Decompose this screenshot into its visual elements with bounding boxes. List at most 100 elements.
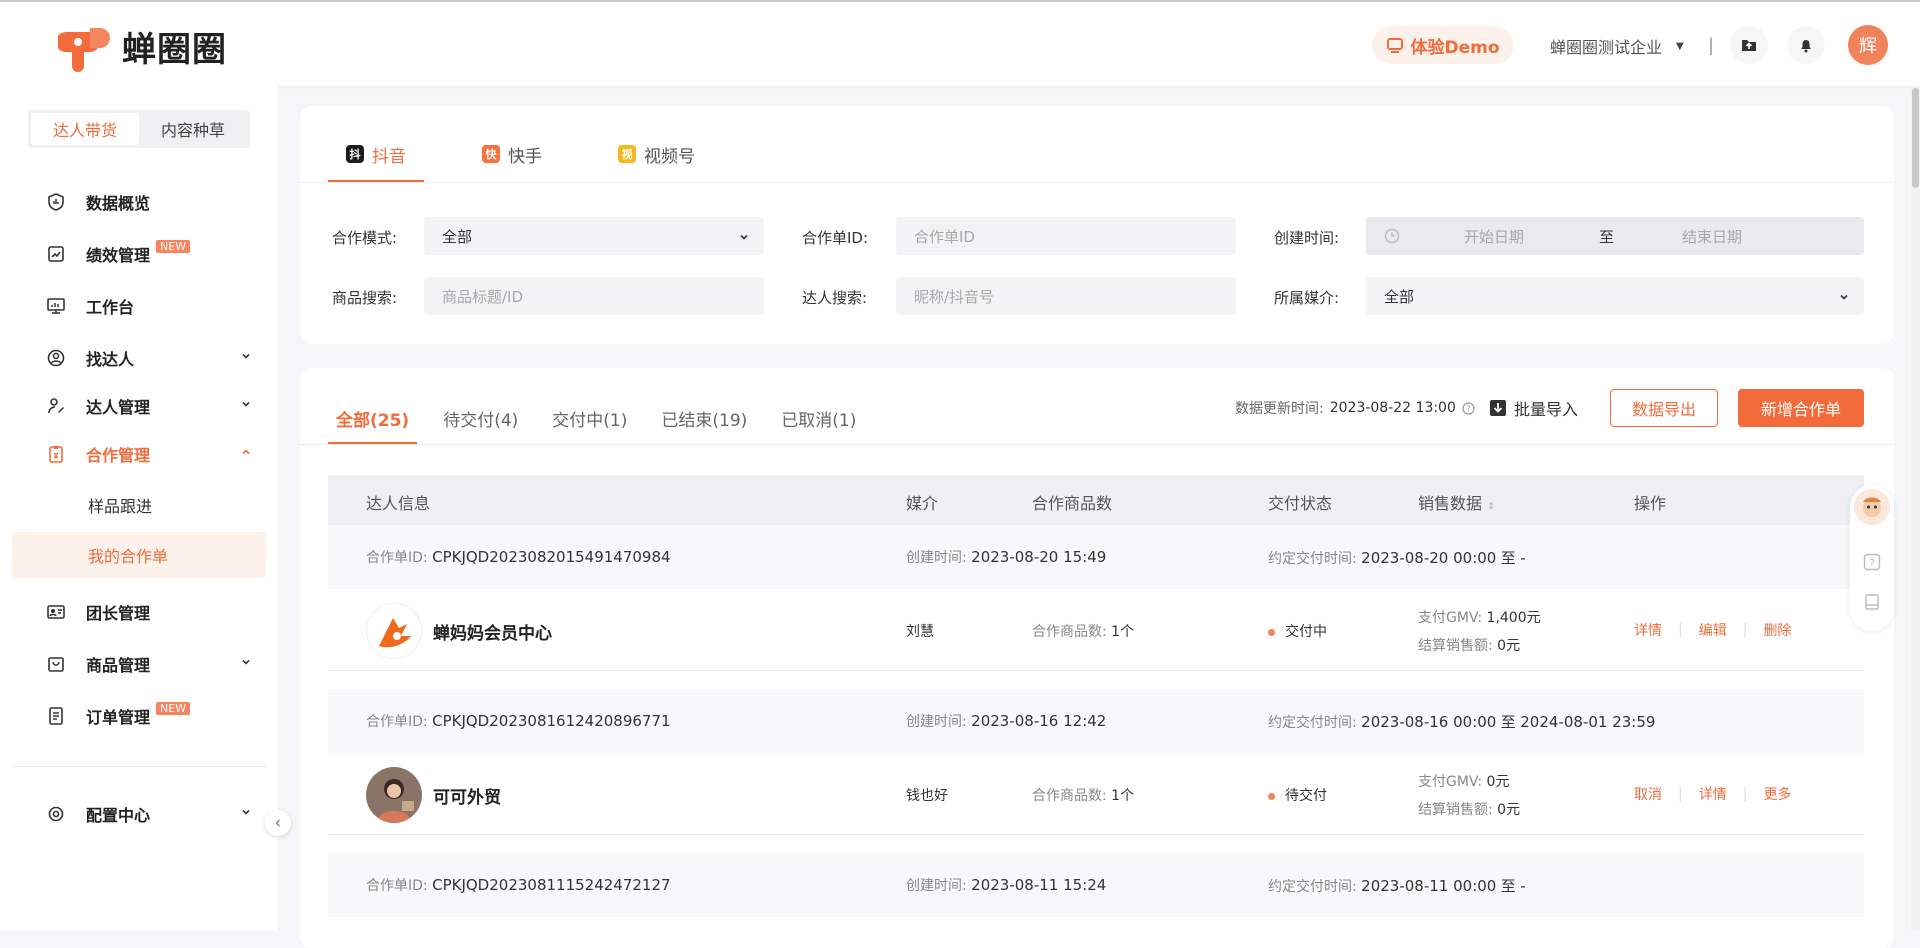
- sidebar-divider: [12, 766, 266, 767]
- talent-search-input[interactable]: 昵称/抖音号: [896, 277, 1236, 315]
- new-badge: NEW: [156, 239, 191, 253]
- sidebar-item-team-leader[interactable]: 团长管理: [12, 588, 266, 636]
- deadline: 约定交付时间: 2023-08-16 00:00 至 2024-08-01 23…: [1268, 713, 1656, 731]
- document-list-icon: [46, 706, 66, 726]
- detail-link[interactable]: 详情: [1699, 784, 1727, 804]
- tab-all[interactable]: 全部(25): [328, 392, 418, 444]
- delete-link[interactable]: 删除: [1763, 620, 1791, 640]
- help-icon[interactable]: ?: [1863, 553, 1881, 575]
- media-label: 所属媒介:: [1274, 289, 1340, 307]
- scrollbar-thumb[interactable]: [1912, 88, 1919, 188]
- manual-icon[interactable]: [1863, 593, 1881, 615]
- svg-text:?: ?: [1466, 404, 1470, 413]
- mode-select[interactable]: 全部: [424, 217, 764, 255]
- settle-value: 结算销售额: 0元: [1418, 638, 1521, 654]
- start-date-input[interactable]: 开始日期: [1464, 226, 1524, 247]
- assistant-avatar-icon[interactable]: [1854, 489, 1890, 525]
- tab-label: 快手: [508, 146, 542, 167]
- cancel-link[interactable]: 取消: [1634, 784, 1662, 804]
- order-id-input[interactable]: 合作单ID: [896, 217, 1236, 255]
- batch-import-button[interactable]: 批量导入: [1488, 396, 1578, 420]
- sidebar-collapse-button[interactable]: [265, 810, 291, 836]
- demo-button[interactable]: 体验Demo: [1372, 26, 1514, 64]
- created-time: 创建时间: 2023-08-20 15:49: [906, 548, 1107, 566]
- col-sales[interactable]: 销售数据 ⇕: [1418, 490, 1495, 514]
- col-media: 媒介: [906, 494, 939, 513]
- sidebar-item-label: 商品管理: [86, 656, 151, 675]
- tab-shipinhao[interactable]: 视 视频号: [600, 126, 713, 182]
- trend-chart-icon: [46, 244, 66, 264]
- deadline: 约定交付时间: 2023-08-11 00:00 至 -: [1268, 877, 1526, 895]
- tab-douyin[interactable]: 抖 抖音: [328, 126, 424, 182]
- new-order-button[interactable]: 新增合作单: [1738, 389, 1864, 427]
- col-talent: 达人信息: [366, 494, 431, 513]
- date-range-picker[interactable]: 开始日期 至 结束日期: [1366, 217, 1864, 255]
- segment-content-seeding[interactable]: 内容种草: [139, 113, 247, 145]
- logo-text: 蝉圈圈: [122, 29, 227, 70]
- demo-label: 体验Demo: [1410, 37, 1500, 58]
- bell-icon: [1801, 40, 1811, 53]
- new-badge: NEW: [156, 701, 191, 715]
- upload-button[interactable]: [1730, 26, 1768, 64]
- notification-button[interactable]: [1787, 26, 1825, 64]
- end-date-input[interactable]: 结束日期: [1682, 226, 1742, 247]
- table-row: 可可外贸 钱也好 合作商品数: 1个 待交付 支付GMV: 0元 结算销售额: …: [328, 753, 1864, 835]
- clock-icon: [1384, 228, 1400, 244]
- gmv-value: 支付GMV: 1,400元: [1418, 610, 1541, 626]
- gear-icon: [46, 804, 66, 824]
- sidebar-item-talent-management[interactable]: 达人管理: [12, 382, 266, 430]
- talent-avatar[interactable]: [366, 767, 422, 823]
- user-circle-icon: [46, 348, 66, 368]
- tab-finished[interactable]: 已结束(19): [653, 392, 755, 444]
- deadline: 约定交付时间: 2023-08-20 00:00 至 -: [1268, 549, 1526, 567]
- status-dot: [1268, 792, 1275, 800]
- talent-avatar[interactable]: [366, 603, 422, 659]
- update-value: 2023-08-22 13:00: [1329, 400, 1456, 416]
- sidebar-item-products[interactable]: 商品管理: [12, 640, 266, 688]
- sidebar-item-label: 数据概览: [86, 194, 151, 213]
- media-value: 全部: [1384, 287, 1415, 306]
- logo[interactable]: 蝉圈圈: [58, 20, 227, 72]
- demo-icon: [1387, 38, 1404, 53]
- col-actions: 操作: [1634, 494, 1667, 513]
- chevron-down-icon: [1840, 294, 1848, 300]
- edit-link[interactable]: 编辑: [1699, 620, 1727, 640]
- more-link[interactable]: 更多: [1763, 784, 1791, 804]
- media-select[interactable]: 全部: [1366, 277, 1864, 315]
- mode-segment: 达人带货 内容种草: [28, 110, 250, 148]
- kuaishou-icon: 快: [482, 145, 500, 163]
- mode-value: 全部: [442, 227, 473, 246]
- user-avatar[interactable]: 辉: [1848, 25, 1888, 65]
- scrollbar[interactable]: [1911, 86, 1920, 930]
- created-time: 创建时间: 2023-08-16 12:42: [906, 712, 1107, 730]
- media-name: 刘慧: [906, 624, 934, 640]
- tab-pending[interactable]: 待交付(4): [435, 392, 526, 444]
- sidebar-item-workbench[interactable]: 工作台: [12, 282, 266, 330]
- order-id-label: 合作单ID:: [802, 229, 869, 247]
- sidebar-item-label: 团长管理: [86, 604, 151, 623]
- tab-delivering[interactable]: 交付中(1): [544, 392, 635, 444]
- sidebar-item-orders[interactable]: 订单管理 NEW: [12, 692, 266, 740]
- sidebar-subitem-samples[interactable]: 样品跟进: [12, 482, 266, 528]
- talent-name[interactable]: 蝉妈妈会员中心: [433, 619, 552, 644]
- company-switcher[interactable]: 蝉圈圈测试企业 ▼: [1550, 34, 1684, 58]
- sidebar-item-settings[interactable]: 配置中心: [12, 790, 266, 838]
- sidebar-item-overview[interactable]: 数据概览: [12, 178, 266, 226]
- tab-kuaishou[interactable]: 快 快手: [464, 126, 560, 182]
- export-button[interactable]: 数据导出: [1610, 389, 1718, 427]
- help-circle-icon[interactable]: ?: [1462, 401, 1475, 415]
- segment-talent-sales[interactable]: 达人带货: [31, 113, 139, 145]
- sidebar-item-find-talent[interactable]: 找达人: [12, 334, 266, 382]
- talent-name[interactable]: 可可外贸: [433, 783, 501, 808]
- product-count: 合作商品数: 1个: [1032, 624, 1135, 640]
- tab-cancelled[interactable]: 已取消(1): [773, 392, 864, 444]
- id-card-icon: [46, 602, 66, 622]
- sidebar-subitem-my-orders[interactable]: 我的合作单: [12, 532, 266, 578]
- sidebar-item-cooperation[interactable]: 合作管理: [12, 430, 266, 478]
- detail-link[interactable]: 详情: [1634, 620, 1662, 640]
- sidebar-item-label: 订单管理: [86, 708, 151, 727]
- sidebar-item-label: 达人管理: [86, 398, 151, 417]
- product-search-input[interactable]: 商品标题/ID: [424, 277, 764, 315]
- sidebar-item-performance[interactable]: 绩效管理 NEW: [12, 230, 266, 278]
- update-time: 数据更新时间: 2023-08-22 13:00 ?: [1235, 398, 1475, 418]
